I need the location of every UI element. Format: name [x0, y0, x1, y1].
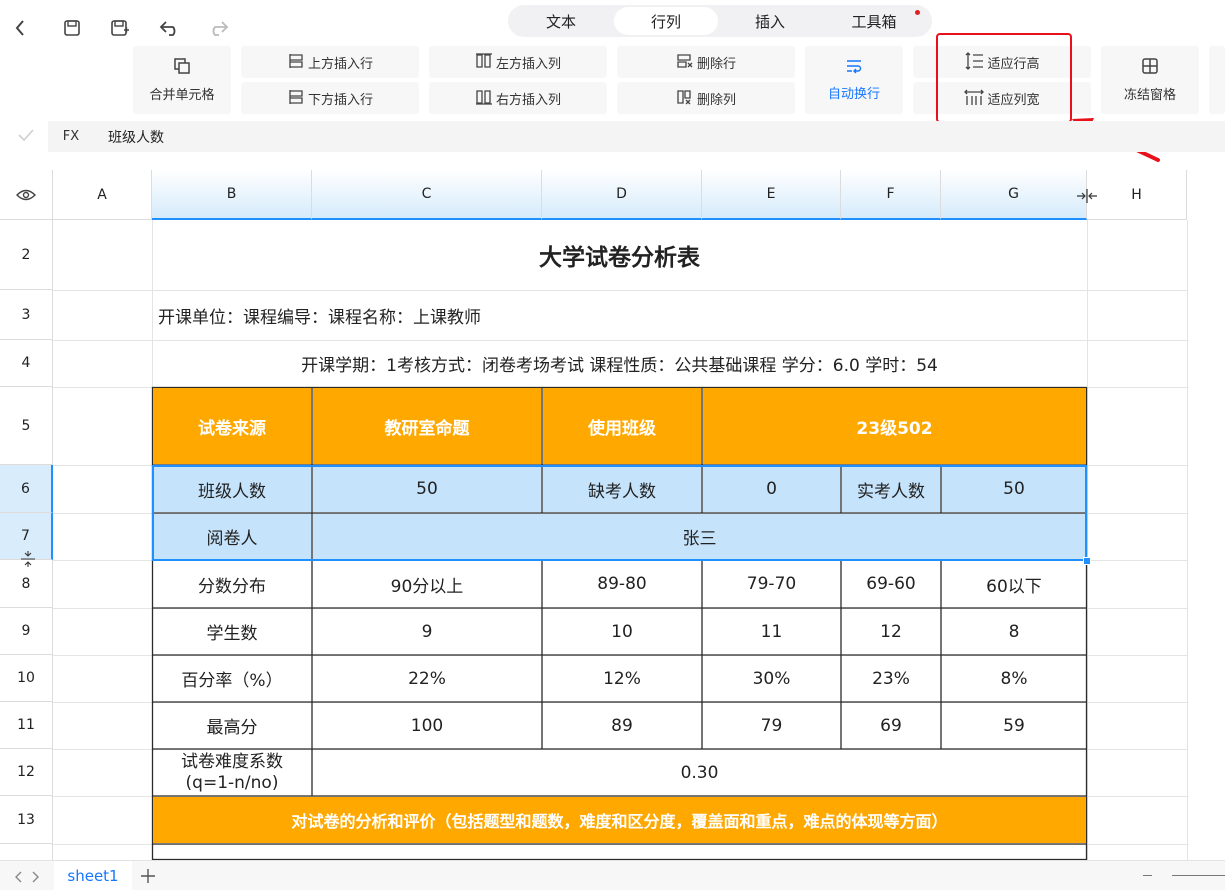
delete-row-icon [676, 53, 694, 72]
table-cell[interactable]: 8% [942, 656, 1086, 701]
table-cell[interactable]: 79 [703, 703, 840, 748]
fill-handle[interactable] [1083, 557, 1091, 565]
table-cell[interactable]: 89 [543, 703, 701, 748]
delete-column-icon [676, 89, 694, 108]
tab-text[interactable]: 文本 [508, 7, 614, 35]
merge-cells-button[interactable]: 合并单元格 [133, 46, 231, 114]
difficulty-value[interactable]: 0.30 [313, 750, 1086, 795]
insert-column-left-label: 左方插入列 [495, 56, 561, 72]
text-wrap-icon [845, 58, 863, 77]
spreadsheet-grid: A B C D E F G H 2 3 4 5 6 7 8 9 10 11 12… [0, 170, 1190, 860]
tab-toolbox[interactable]: 工具箱 [822, 7, 926, 35]
fx-label: FX [62, 129, 80, 144]
insert-row-below-icon [287, 89, 305, 108]
notification-dot [915, 10, 920, 15]
sheet-prev-icon[interactable] [14, 869, 24, 888]
auto-wrap-label: 自动换行 [827, 87, 880, 102]
table-cell[interactable]: 79-70 [703, 561, 840, 607]
merge-cells-label: 合并单元格 [149, 88, 215, 103]
confirm-check-icon [17, 127, 35, 146]
freeze-panes-icon [1141, 57, 1159, 78]
redo-icon[interactable] [206, 16, 230, 40]
table-cell[interactable]: 89-80 [543, 561, 701, 607]
insert-row-above-label: 上方插入行 [307, 56, 373, 72]
highlight-box [936, 33, 1072, 123]
table-cell[interactable]: 59 [942, 703, 1086, 748]
insert-row-above-button[interactable]: 上方插入行 [241, 46, 419, 78]
difficulty-label-cell[interactable]: 试卷难度系数 (q=1-n/no) [153, 750, 311, 795]
auto-wrap-button[interactable]: 自动换行 [805, 46, 903, 114]
table-cell[interactable]: 30% [703, 656, 840, 701]
table-cell[interactable]: 9 [313, 609, 541, 654]
add-sheet-icon[interactable] [140, 868, 156, 888]
zoom-slider[interactable] [1172, 875, 1225, 876]
ribbon-tabs: 文本 行列 插入 工具箱 [508, 5, 932, 37]
insert-column-left-icon [475, 52, 493, 72]
table-cell[interactable]: 22% [313, 656, 541, 701]
table-cell[interactable]: 最高分 [153, 703, 311, 748]
save-icon[interactable] [60, 16, 84, 40]
freeze-panes-label: 冻结窗格 [1123, 88, 1176, 103]
insert-column-right-icon [475, 89, 493, 108]
table-cell[interactable]: 12 [842, 609, 940, 654]
undo-icon[interactable] [158, 16, 182, 40]
table-cell[interactable]: 90分以上 [313, 561, 541, 607]
table-cell[interactable]: 8 [942, 609, 1086, 654]
insert-column-left-button[interactable]: 左方插入列 [429, 46, 607, 78]
delete-column-button[interactable]: 删除列 [617, 82, 795, 114]
sheet-tab-sheet1[interactable]: sheet1 [54, 861, 132, 891]
zoom-out-icon[interactable] [1143, 875, 1152, 876]
table-cell[interactable]: 10 [543, 609, 701, 654]
table-cell[interactable]: 百分率（%） [153, 656, 311, 701]
table-cell[interactable]: 69 [842, 703, 940, 748]
table-cell[interactable]: 100 [313, 703, 541, 748]
ribbon-overflow-button[interactable] [1209, 46, 1225, 114]
insert-row-below-button[interactable]: 下方插入行 [241, 82, 419, 114]
sheet-tab-bar: sheet1 [0, 860, 1225, 891]
save-as-icon[interactable] [108, 16, 132, 40]
analysis-header-cell[interactable]: 对试卷的分析和评价（包括题型和题数，难度和区分度，覆盖面和重点，难点的体现等方面… [153, 797, 1086, 843]
freeze-panes-button[interactable]: 冻结窗格 [1101, 46, 1199, 114]
delete-column-label: 删除列 [696, 92, 736, 108]
table-cell[interactable]: 60以下 [942, 561, 1086, 607]
sheet-next-icon[interactable] [30, 869, 40, 888]
delete-row-label: 删除行 [696, 56, 736, 72]
insert-column-right-label: 右方插入列 [495, 92, 561, 108]
insert-row-below-label: 下方插入行 [307, 92, 373, 108]
table-cell[interactable]: 分数分布 [153, 561, 311, 607]
table-cell[interactable]: 69-60 [842, 561, 940, 607]
difficulty-label: 试卷难度系数 [181, 751, 283, 772]
back-icon[interactable] [8, 16, 32, 40]
class-used-value[interactable]: 23级502 [703, 388, 1086, 464]
paper-source-value[interactable]: 教研室命题 [313, 388, 541, 464]
paper-source-label[interactable]: 试卷来源 [153, 388, 311, 464]
insert-column-right-button[interactable]: 右方插入列 [429, 82, 607, 114]
table-cell[interactable]: 学生数 [153, 609, 311, 654]
insert-row-above-icon [287, 53, 305, 72]
tab-insert[interactable]: 插入 [718, 7, 822, 35]
table-cell[interactable]: 11 [703, 609, 840, 654]
tab-rows-columns[interactable]: 行列 [614, 7, 718, 35]
formula-bar[interactable]: FX 班级人数 [48, 121, 1225, 152]
selection-outline [152, 465, 1087, 561]
table-cell[interactable]: 12% [543, 656, 701, 701]
class-used-label[interactable]: 使用班级 [543, 388, 701, 464]
merge-cells-icon [173, 57, 191, 78]
table-cell[interactable]: 23% [842, 656, 940, 701]
formula-input[interactable]: 班级人数 [108, 127, 164, 147]
delete-row-button[interactable]: 删除行 [617, 46, 795, 78]
difficulty-formula: (q=1-n/no) [185, 772, 279, 793]
